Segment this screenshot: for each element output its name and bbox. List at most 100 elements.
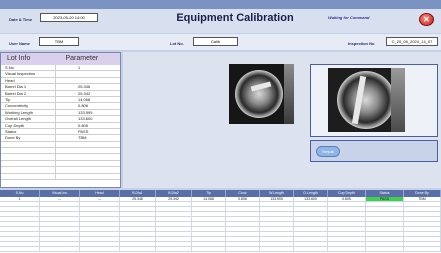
table-cell [294,227,328,231]
table-cell [40,232,80,236]
table-cell [120,222,156,226]
table-cell [156,202,192,206]
lot-info-row [1,173,120,181]
table-cell [0,247,40,251]
table-cell [120,207,156,211]
table-cell [226,232,260,236]
result-pill[interactable]: Result [316,146,340,157]
table-cell [328,212,366,216]
column-header[interactable]: B.Dia2 [156,190,192,197]
table-cell [366,217,404,221]
table-cell [226,207,260,211]
table-cell: 25.346 [120,197,156,201]
lot-info-key: Visual Inspection [1,71,56,77]
table-cell [156,217,192,221]
table-cell [120,217,156,221]
table-cell [0,217,40,221]
table-cell [156,212,192,216]
lot-info-key: Status [1,128,56,135]
column-header[interactable]: Tip [192,190,226,197]
lot-label: Lot No. [170,41,184,46]
lot-info-value [56,167,120,172]
lot-info-value: 1 [78,65,81,70]
table-cell [366,237,404,241]
table-cell [40,202,80,206]
column-header[interactable]: Status [366,190,404,197]
lot-info-key: Overall Length [1,116,56,122]
table-cell [192,222,226,226]
table-cell [156,232,192,236]
table-cell [0,227,40,231]
column-header[interactable]: W.Length [260,190,294,197]
table-cell: 25.342 [156,197,192,201]
column-header[interactable]: Head [80,190,120,197]
table-cell [260,202,294,206]
table-cell [80,247,120,251]
table-cell [40,222,80,226]
lot-info-key: S.No [1,65,56,71]
lot-info-value [56,148,120,153]
column-header[interactable]: B.Dia1 [120,190,156,197]
table-cell [366,212,404,216]
column-header[interactable]: S.No [0,190,40,197]
lot-info-value: 133.600 [78,116,93,122]
lot-info-key: Barrel Dia 1 [1,84,56,90]
column-header[interactable]: Visual Ins [40,190,80,197]
user-field[interactable]: TBM [39,37,79,46]
result-box: Result [310,140,438,162]
table-cell [328,217,366,221]
table-cell [366,207,404,211]
table-cell: 0.806 [226,197,260,201]
table-cell [260,222,294,226]
column-header[interactable]: Cup Depth [328,190,366,197]
table-cell: 133.600 [294,197,328,201]
lot-info-key [1,167,56,173]
table-cell [294,207,328,211]
table-cell [366,227,404,231]
column-header[interactable]: Done By [404,190,441,197]
table-cell [226,242,260,246]
table-cell [120,212,156,216]
table-cell: 0.805 [328,197,366,201]
table-cell [226,217,260,221]
table-cell [156,227,192,231]
table-cell [40,242,80,246]
table-cell [404,217,441,221]
table-cell [328,202,366,206]
lot-field[interactable]: Calib [193,37,238,46]
table-cell [404,222,441,226]
table-cell: 14.068 [192,197,226,201]
table-cell [226,237,260,241]
table-cell [80,217,120,221]
table-cell [80,202,120,206]
table-cell [192,247,226,251]
table-cell [120,202,156,206]
table-cell: --- [80,197,120,201]
table-cell [80,207,120,211]
table-cell [40,212,80,216]
table-cell: TBM [404,197,441,201]
table-cell [192,242,226,246]
table-cell [156,247,192,251]
table-cell [80,237,120,241]
page-title: Equipment Calibration [176,12,294,24]
column-header[interactable]: Conc [226,190,260,197]
table-row[interactable] [0,247,441,252]
lot-info-key: Cup Depth [1,122,56,128]
table-cell: 133.595 [260,197,294,201]
table-cell [260,247,294,251]
table-cell [294,247,328,251]
table-cell [328,222,366,226]
table-cell [294,222,328,226]
lot-info-key: Working Length [1,109,56,116]
table-cell [294,232,328,236]
close-icon[interactable]: ✕ [419,13,434,26]
lot-info-value [56,71,120,76]
table-cell [40,207,80,211]
lot-info-value: PASS [78,128,89,134]
lot-info-header: Lot Info Parameter [1,53,120,65]
table-cell [0,232,40,236]
column-header[interactable]: O.Length [294,190,328,197]
inspection-field[interactable]: C_20_06_2024_14_07 [386,37,438,46]
table-cell [226,212,260,216]
